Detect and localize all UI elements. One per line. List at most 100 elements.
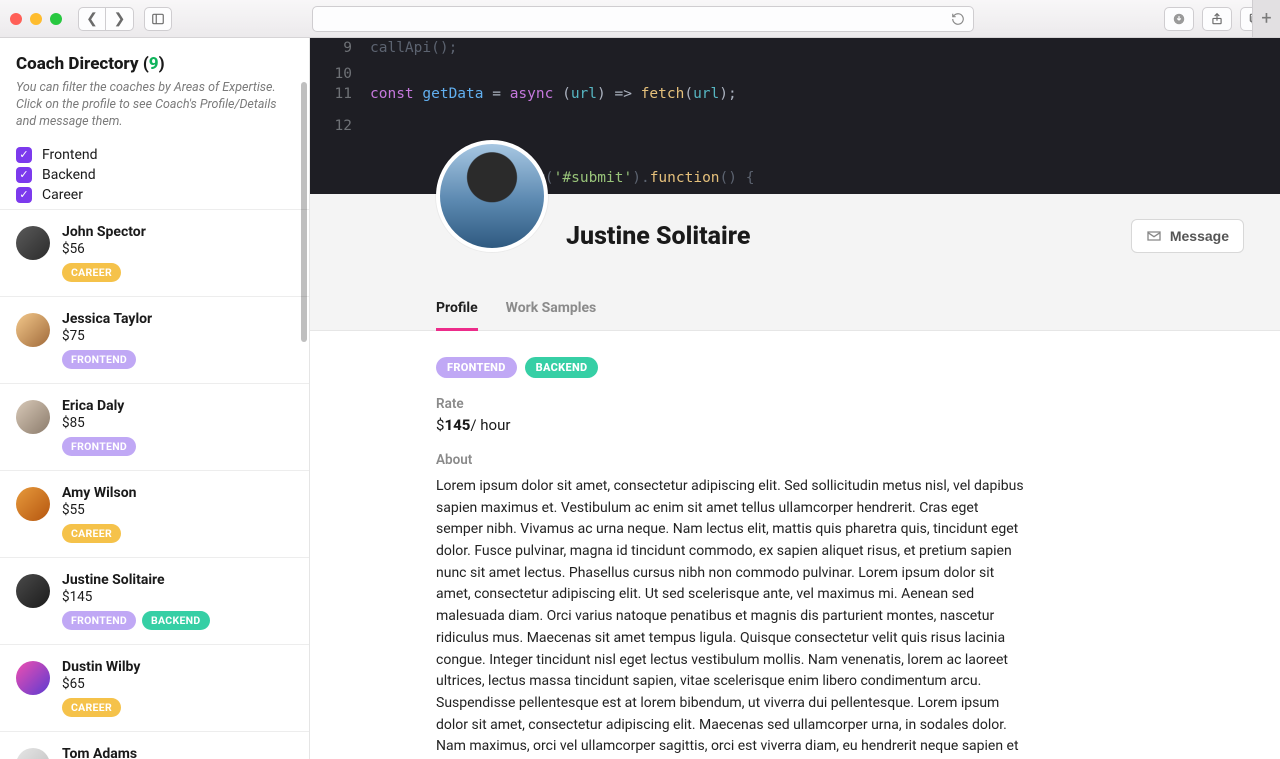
rate-value: $145/ hour bbox=[436, 416, 1244, 434]
badge: FRONTEND bbox=[62, 350, 136, 369]
window-controls bbox=[10, 13, 62, 25]
filter-label: Career bbox=[42, 187, 83, 203]
sidebar-title-suffix: ) bbox=[159, 54, 165, 74]
coach-name: Tom Adams bbox=[62, 746, 137, 759]
rate-amount: 145 bbox=[444, 416, 470, 434]
profile-tabs: Profile Work Samples bbox=[310, 278, 1280, 331]
avatar bbox=[16, 313, 50, 347]
scrollbar-thumb[interactable] bbox=[301, 82, 307, 342]
avatar bbox=[16, 748, 50, 759]
message-button-label: Message bbox=[1170, 228, 1229, 244]
sidebar-toggle-button[interactable] bbox=[144, 7, 172, 31]
badge: FRONTEND bbox=[62, 611, 136, 630]
coach-name: Jessica Taylor bbox=[62, 311, 152, 327]
badge: CAREER bbox=[62, 524, 121, 543]
line-number: 10 bbox=[328, 66, 352, 82]
code-text: callApi(); bbox=[370, 40, 457, 56]
filter-frontend[interactable]: ✓ Frontend bbox=[16, 145, 293, 165]
envelope-icon bbox=[1146, 228, 1162, 244]
coach-item[interactable]: Amy Wilson$55 CAREER bbox=[0, 471, 309, 558]
message-button[interactable]: Message bbox=[1131, 219, 1244, 253]
sidebar-title-prefix: Coach Directory ( bbox=[16, 54, 149, 74]
coach-rate: $65 bbox=[62, 676, 140, 692]
profile-name: Justine Solitaire bbox=[566, 222, 750, 251]
browser-chrome: ❮ ❯ + bbox=[0, 0, 1280, 38]
coach-badges: CAREER bbox=[62, 698, 140, 717]
coach-badges: FRONTEND bbox=[62, 350, 152, 369]
downloads-button[interactable] bbox=[1164, 7, 1194, 31]
coach-item[interactable]: Jessica Taylor$75 FRONTEND bbox=[0, 297, 309, 384]
coach-name: John Spector bbox=[62, 224, 146, 240]
coach-rate: $55 bbox=[62, 502, 136, 518]
coach-rate: $85 bbox=[62, 415, 136, 431]
filter-group: ✓ Frontend ✓ Backend ✓ Career bbox=[16, 145, 293, 205]
coach-rate: $56 bbox=[62, 241, 146, 257]
close-window-icon[interactable] bbox=[10, 13, 22, 25]
new-tab-button[interactable]: + bbox=[1252, 0, 1280, 37]
avatar bbox=[16, 574, 50, 608]
coach-item[interactable]: Dustin Wilby$65 CAREER bbox=[0, 645, 309, 732]
coach-item[interactable]: Justine Solitaire$145 FRONTEND BACKEND bbox=[0, 558, 309, 645]
code-text: const getData = async (url) => fetch(url… bbox=[370, 86, 737, 102]
expertise-pill: FRONTEND bbox=[436, 357, 517, 378]
rate-label: Rate bbox=[436, 396, 1244, 412]
coach-name: Justine Solitaire bbox=[62, 572, 210, 588]
coach-badges: CAREER bbox=[62, 263, 146, 282]
coach-badges: FRONTEND bbox=[62, 437, 136, 456]
coach-item[interactable]: Tom Adams$55CAREER bbox=[0, 732, 309, 759]
coach-badges: FRONTEND BACKEND bbox=[62, 611, 210, 630]
rate-suffix: / hour bbox=[470, 416, 510, 434]
tab-work-samples[interactable]: Work Samples bbox=[506, 300, 597, 330]
coach-name: Dustin Wilby bbox=[62, 659, 140, 675]
coach-rate: $145 bbox=[62, 589, 210, 605]
coach-item[interactable]: Erica Daly$85 FRONTEND bbox=[0, 384, 309, 471]
badge: CAREER bbox=[62, 698, 121, 717]
line-number: 9 bbox=[328, 40, 352, 56]
avatar bbox=[16, 400, 50, 434]
profile-content: FRONTENDBACKEND Rate $145/ hour About Lo… bbox=[310, 331, 1280, 759]
coach-badges: CAREER bbox=[62, 524, 136, 543]
avatar bbox=[16, 226, 50, 260]
reload-icon[interactable] bbox=[951, 12, 965, 26]
filter-backend[interactable]: ✓ Backend bbox=[16, 165, 293, 185]
nav-buttons: ❮ ❯ bbox=[78, 7, 134, 31]
profile-header: Justine Solitaire Message bbox=[310, 194, 1280, 278]
coach-rate: $75 bbox=[62, 328, 152, 344]
avatar bbox=[16, 487, 50, 521]
minimize-window-icon[interactable] bbox=[30, 13, 42, 25]
checkbox-checked-icon: ✓ bbox=[16, 167, 32, 183]
download-icon bbox=[1172, 12, 1186, 26]
badge: FRONTEND bbox=[62, 437, 136, 456]
sidebar-help-text: You can filter the coaches by Areas of E… bbox=[16, 80, 293, 131]
maximize-window-icon[interactable] bbox=[50, 13, 62, 25]
share-button[interactable] bbox=[1202, 7, 1232, 31]
coach-name: Amy Wilson bbox=[62, 485, 136, 501]
line-number: 11 bbox=[328, 86, 352, 102]
sidebar-title: Coach Directory (9) bbox=[16, 54, 293, 74]
sidebar-icon bbox=[151, 12, 165, 26]
coach-name: Erica Daly bbox=[62, 398, 136, 414]
share-icon bbox=[1210, 12, 1224, 26]
back-button[interactable]: ❮ bbox=[78, 7, 106, 31]
badge: CAREER bbox=[62, 263, 121, 282]
expertise-pills: FRONTEND BACKEND bbox=[436, 357, 1244, 378]
checkbox-checked-icon: ✓ bbox=[16, 147, 32, 163]
profile-panel: 9 callApi(); 10 11 const getData = async … bbox=[310, 38, 1280, 759]
avatar bbox=[436, 140, 548, 252]
filter-career[interactable]: ✓ Career bbox=[16, 185, 293, 205]
checkbox-checked-icon: ✓ bbox=[16, 187, 32, 203]
coach-item[interactable]: John Spector$56 CAREER bbox=[0, 210, 309, 297]
forward-button[interactable]: ❯ bbox=[106, 7, 134, 31]
badge: BACKEND bbox=[142, 611, 209, 630]
address-bar[interactable] bbox=[312, 6, 974, 32]
line-number: 12 bbox=[328, 118, 352, 134]
filter-label: Frontend bbox=[42, 147, 98, 163]
tab-profile[interactable]: Profile bbox=[436, 300, 478, 331]
coach-sidebar: Coach Directory (9) You can filter the c… bbox=[0, 38, 310, 759]
coach-count: 9 bbox=[149, 54, 159, 74]
about-text: Lorem ipsum dolor sit amet, consectetur … bbox=[436, 476, 1026, 759]
expertise-pill: BACKEND bbox=[525, 357, 599, 378]
avatar bbox=[16, 661, 50, 695]
filter-label: Backend bbox=[42, 167, 96, 183]
coach-list: John Spector$56 CAREER Jessica Taylor$75 FR… bbox=[0, 209, 309, 759]
